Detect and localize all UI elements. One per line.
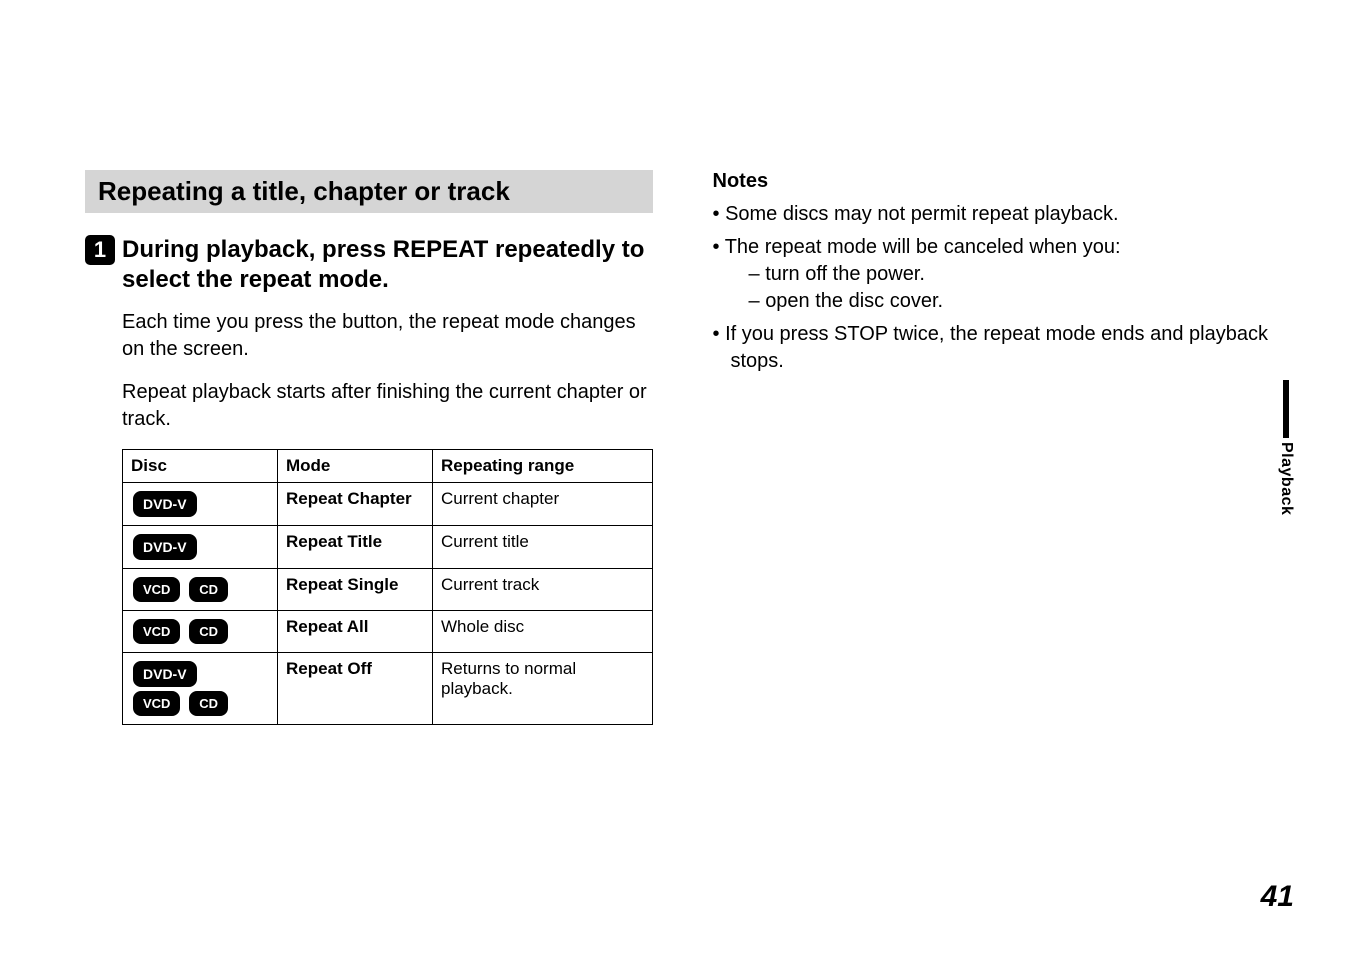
note-sublist: turn off the power. open the disc cover. [731, 261, 1281, 315]
note-item: Some discs may not permit repeat playbac… [713, 201, 1281, 228]
step-content: During playback, press REPEAT repeatedly… [122, 235, 653, 725]
cell-disc: DVD-V [123, 526, 278, 569]
disc-badge-cd: CD [189, 577, 228, 602]
manual-page: Repeating a title, chapter or track 1 Du… [0, 0, 1350, 954]
th-range: Repeating range [433, 450, 653, 483]
step-title: During playback, press REPEAT repeatedly… [122, 235, 653, 295]
disc-badge-cd: CD [189, 691, 228, 716]
right-column: Notes Some discs may not permit repeat p… [713, 170, 1281, 739]
th-disc: Disc [123, 450, 278, 483]
step-number-badge: 1 [85, 235, 115, 265]
cell-range: Whole disc [433, 611, 653, 653]
disc-badge-cd: CD [189, 619, 228, 644]
note-text: The repeat mode will be canceled when yo… [725, 236, 1121, 258]
cell-disc: VCD CD [123, 569, 278, 611]
two-column-layout: Repeating a title, chapter or track 1 Du… [85, 170, 1280, 739]
cell-range: Current track [433, 569, 653, 611]
page-number: 41 [1261, 880, 1294, 914]
disc-badge-dvd-v: DVD-V [133, 661, 197, 687]
repeat-mode-table: Disc Mode Repeating range DVD-V Repeat C… [122, 449, 653, 725]
table-row: DVD-V VCD CD Repeat Off Returns to norma… [123, 653, 653, 725]
table-row: VCD CD Repeat Single Current track [123, 569, 653, 611]
disc-badge-vcd: VCD [133, 577, 180, 602]
cell-range: Returns to normal playback. [433, 653, 653, 725]
note-text: Some discs may not permit repeat playbac… [725, 203, 1119, 225]
step-para-1: Each time you press the button, the repe… [122, 309, 653, 363]
note-subitem: open the disc cover. [749, 288, 1281, 315]
side-tab: Playback [1274, 380, 1298, 515]
disc-badge-vcd: VCD [133, 691, 180, 716]
cell-range: Current title [433, 526, 653, 569]
side-tab-label: Playback [1277, 442, 1295, 515]
table-header-row: Disc Mode Repeating range [123, 450, 653, 483]
step-1: 1 During playback, press REPEAT repeated… [85, 235, 653, 725]
note-text: If you press STOP twice, the repeat mode… [725, 323, 1268, 372]
left-column: Repeating a title, chapter or track 1 Du… [85, 170, 653, 739]
th-mode: Mode [278, 450, 433, 483]
cell-disc: VCD CD [123, 611, 278, 653]
cell-disc: DVD-V [123, 483, 278, 526]
step-para-2: Repeat playback starts after finishing t… [122, 379, 653, 433]
disc-badge-dvd-v: DVD-V [133, 491, 197, 517]
cell-disc: DVD-V VCD CD [123, 653, 278, 725]
side-tab-bar [1283, 380, 1289, 438]
cell-mode: Repeat Off [278, 653, 433, 725]
cell-range: Current chapter [433, 483, 653, 526]
cell-mode: Repeat Single [278, 569, 433, 611]
note-item: If you press STOP twice, the repeat mode… [713, 321, 1281, 375]
note-subitem: turn off the power. [749, 261, 1281, 288]
table-row: VCD CD Repeat All Whole disc [123, 611, 653, 653]
table-row: DVD-V Repeat Chapter Current chapter [123, 483, 653, 526]
disc-badge-dvd-v: DVD-V [133, 534, 197, 560]
cell-mode: Repeat All [278, 611, 433, 653]
section-heading: Repeating a title, chapter or track [85, 170, 653, 213]
notes-list: Some discs may not permit repeat playbac… [713, 201, 1281, 375]
table-row: DVD-V Repeat Title Current title [123, 526, 653, 569]
cell-mode: Repeat Chapter [278, 483, 433, 526]
notes-heading: Notes [713, 170, 1281, 193]
cell-mode: Repeat Title [278, 526, 433, 569]
note-item: The repeat mode will be canceled when yo… [713, 234, 1281, 315]
disc-badge-vcd: VCD [133, 619, 180, 644]
